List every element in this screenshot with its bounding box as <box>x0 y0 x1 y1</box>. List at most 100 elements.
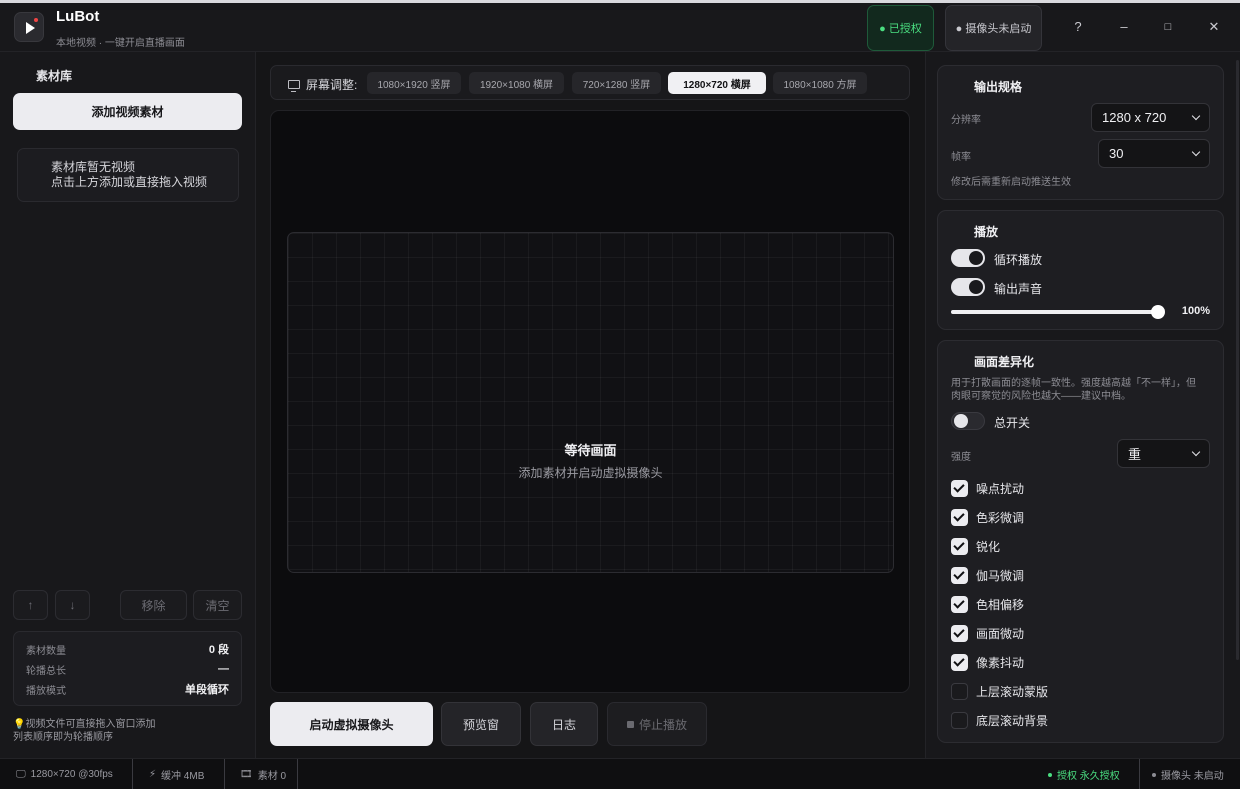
loop-label: 循环播放 <box>994 253 1043 267</box>
res-option-1080x1920[interactable]: 1080×1920 竖屏 <box>367 72 461 94</box>
loop-toggle[interactable] <box>951 249 985 267</box>
clear-button[interactable]: 清空 <box>193 590 242 620</box>
checkbox-checked[interactable] <box>951 479 968 497</box>
diff-option-row[interactable]: 伽马微调 <box>951 566 1024 584</box>
status-assets: 🎞 素材 0 <box>240 759 286 789</box>
lightning-icon: ⚡ <box>149 769 157 780</box>
res-option-1920x1080[interactable]: 1920×1080 横屏 <box>469 72 564 94</box>
status-camera: 摄像头 未启动 <box>1152 759 1224 789</box>
output-spec-title: 输出规格 <box>974 80 1023 94</box>
drag-hint: 💡视频文件可直接拖入窗口添加 列表顺序即为轮播顺序 <box>13 718 155 744</box>
start-virtual-camera-button[interactable]: 启动虚拟摄像头 <box>270 702 433 746</box>
preview-grid: 等待画面 添加素材并启动虚拟摄像头 <box>287 232 894 573</box>
preview-window-button[interactable]: 预览窗 <box>441 702 521 746</box>
checkbox-checked[interactable] <box>951 595 968 613</box>
monitor-icon <box>288 80 300 92</box>
res-option-1280x720[interactable]: 1280×720 横屏 <box>668 72 766 94</box>
status-divider <box>224 759 225 789</box>
resolution-label: 分辨率 <box>951 115 981 126</box>
strength-value: 重 <box>1128 447 1142 462</box>
hint-line-2: 列表顺序即为轮播顺序 <box>13 732 113 743</box>
minimize-icon[interactable]: – <box>1114 17 1134 37</box>
stat-label: 播放模式 <box>26 685 66 697</box>
status-bar: 🖵 1280×720 @30fps ⚡ 缓冲 4MB 🎞 素材 0 授权 永久授… <box>0 758 1240 789</box>
stop-label: 停止播放 <box>638 717 687 732</box>
diff-option-label: 上层滚动蒙版 <box>976 684 1049 699</box>
diff-master-toggle[interactable] <box>951 412 985 430</box>
title-bar: LuBot 本地视频 · 一键开启直播画面 ● 已授权 ● 摄像头未启动 ? –… <box>0 0 1240 52</box>
audio-toggle[interactable] <box>951 278 985 296</box>
library-empty-state: 素材库暂无视频 点击上方添加或直接拖入视频 <box>17 148 239 202</box>
chevron-down-icon <box>1191 111 1201 121</box>
stop-playback-button[interactable]: 停止播放 <box>607 702 707 746</box>
status-resolution-text: 1280×720 @30fps <box>30 769 113 780</box>
output-note: 修改后需重新启动推送生效 <box>951 177 1071 188</box>
res-option-720x1280[interactable]: 720×1280 竖屏 <box>572 72 661 94</box>
chevron-down-icon <box>1191 447 1201 457</box>
close-icon[interactable]: ✕ <box>1204 17 1224 37</box>
camera-status-badge[interactable]: ● 摄像头未启动 <box>945 5 1042 51</box>
audio-label: 输出声音 <box>994 282 1043 296</box>
library-title: 素材库 <box>36 69 73 83</box>
checkbox-checked[interactable] <box>951 537 968 555</box>
strength-select[interactable]: 重 <box>1117 439 1210 468</box>
volume-handle[interactable] <box>1151 305 1165 319</box>
status-dot-icon <box>1048 772 1052 777</box>
lightbulb-icon: 💡 <box>13 719 26 730</box>
scrollbar[interactable] <box>1236 60 1239 660</box>
waiting-title: 等待画面 <box>564 443 617 458</box>
status-resolution: 🖵 1280×720 @30fps <box>16 759 113 789</box>
monitor-icon: 🖵 <box>16 769 26 780</box>
status-camera-text: 摄像头 未启动 <box>1161 771 1224 782</box>
checkbox-checked[interactable] <box>951 566 968 584</box>
diff-option-label: 底层滚动背景 <box>976 713 1049 728</box>
toggle-knob <box>969 251 983 265</box>
checkbox-checked[interactable] <box>951 624 968 642</box>
stat-value: — <box>218 663 229 675</box>
fps-select[interactable]: 30 <box>1098 139 1210 168</box>
fps-label: 帧率 <box>951 152 971 163</box>
diff-option-label: 噪点扰动 <box>976 481 1025 496</box>
diff-option-row[interactable]: 锐化 <box>951 537 1000 555</box>
status-dot-icon <box>1152 772 1156 777</box>
status-assets-text: 素材 0 <box>257 771 287 782</box>
empty-line-1: 素材库暂无视频 <box>51 160 136 174</box>
maximize-icon[interactable]: □ <box>1158 17 1178 37</box>
toggle-knob <box>969 280 983 294</box>
help-icon[interactable]: ? <box>1068 17 1088 37</box>
checkbox-checked[interactable] <box>951 653 968 671</box>
volume-slider[interactable] <box>951 305 1165 319</box>
screen-adjust-label: 屏幕调整: <box>288 76 357 93</box>
resolution-select[interactable]: 1280 x 720 <box>1091 103 1210 132</box>
playback-card: 播放 循环播放 输出声音 100% <box>937 210 1224 330</box>
playback-title: 播放 <box>974 225 999 239</box>
diff-option-row[interactable]: 色彩微调 <box>951 508 1024 526</box>
stat-count: 素材数量 0 段 <box>26 641 229 657</box>
waiting-subtitle: 添加素材并启动虚拟摄像头 <box>518 466 663 480</box>
checkbox-unchecked[interactable] <box>951 682 968 700</box>
diff-option-row[interactable]: 底层滚动背景 <box>951 711 1048 729</box>
stat-value: 单段循环 <box>185 684 229 696</box>
add-video-button[interactable]: 添加视频素材 <box>13 93 242 130</box>
diff-option-label: 伽马微调 <box>976 568 1025 583</box>
log-button[interactable]: 日志 <box>530 702 598 746</box>
status-license-text: 授权 永久授权 <box>1057 771 1120 782</box>
diff-option-row[interactable]: 画面微动 <box>951 624 1024 642</box>
stat-label: 素材数量 <box>26 645 66 657</box>
checkbox-checked[interactable] <box>951 508 968 526</box>
diff-option-row[interactable]: 色相偏移 <box>951 595 1024 613</box>
diff-option-row[interactable]: 噪点扰动 <box>951 479 1024 497</box>
settings-panel: 输出规格 分辨率 1280 x 720 帧率 30 修改后需重新启动推送生效 播… <box>925 52 1240 758</box>
diff-description: 用于打散画面的逐帧一致性。强度越高越「不一样」，但 肉眼可察觉的风险也越大——建… <box>951 377 1196 403</box>
move-up-button[interactable]: ↑ <box>13 590 48 620</box>
diff-option-row[interactable]: 上层滚动蒙版 <box>951 682 1048 700</box>
checkbox-unchecked[interactable] <box>951 711 968 729</box>
app-title: LuBot <box>56 8 100 25</box>
volume-value: 100% <box>1181 305 1210 317</box>
output-spec-card: 输出规格 分辨率 1280 x 720 帧率 30 修改后需重新启动推送生效 <box>937 65 1224 200</box>
res-option-1080x1080[interactable]: 1080×1080 方屏 <box>773 72 867 94</box>
diff-option-row[interactable]: 像素抖动 <box>951 653 1024 671</box>
remove-button[interactable]: 移除 <box>120 590 187 620</box>
move-down-button[interactable]: ↓ <box>55 590 90 620</box>
auth-status-badge[interactable]: ● 已授权 <box>867 5 934 51</box>
